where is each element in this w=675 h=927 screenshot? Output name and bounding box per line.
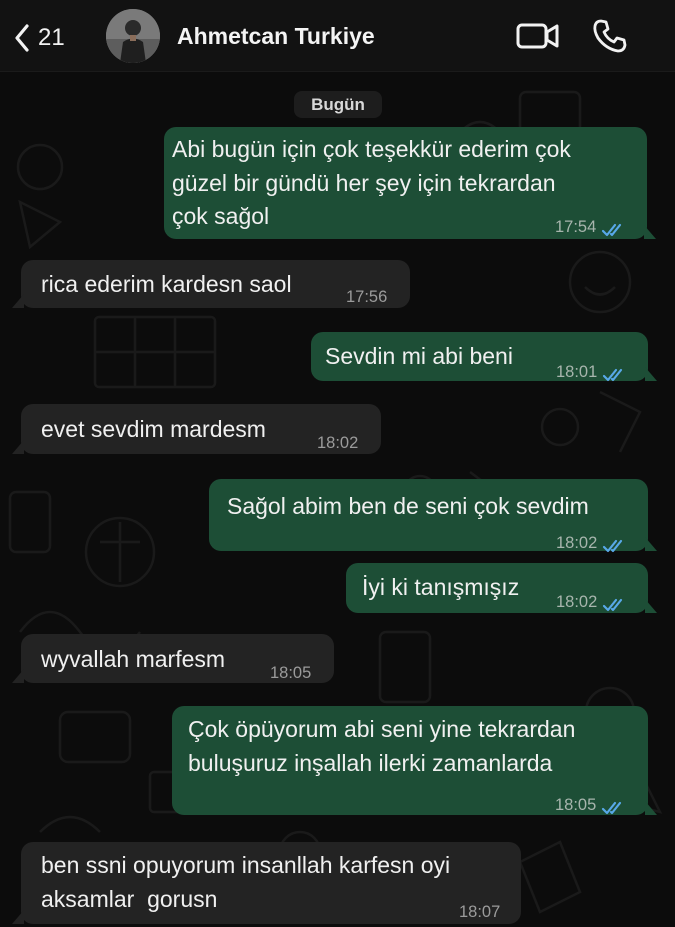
bubble-tail: [645, 367, 657, 381]
bubble-tail: [12, 440, 24, 454]
message-time: 17:56: [346, 288, 388, 306]
message-time: 18:02: [556, 593, 598, 611]
read-receipt-icon: [601, 792, 627, 826]
message-time: 18:01: [556, 363, 598, 381]
chat-area[interactable]: Bugün Abi bugün için çok teşekkür ederim…: [0, 72, 675, 927]
bubble-tail: [12, 294, 24, 308]
outgoing-message[interactable]: İyi ki tanışmışız 18:02: [346, 563, 657, 613]
video-camera-icon: [516, 23, 560, 56]
message-text: Sevdin mi abi beni: [325, 343, 513, 369]
outgoing-message[interactable]: Abi bugün için çok teşekkür ederim çok g…: [164, 127, 656, 239]
video-call-button[interactable]: [516, 20, 560, 57]
read-receipt-icon: [601, 214, 627, 248]
message-text: rica ederim kardesn saol: [41, 271, 292, 297]
chevron-left-icon: [14, 24, 30, 52]
phone-icon: [592, 19, 628, 58]
outgoing-message[interactable]: Sevdin mi abi beni 18:01: [311, 332, 657, 382]
message-time: 18:02: [556, 534, 598, 552]
voice-call-button[interactable]: [592, 18, 628, 59]
bubble-tail: [645, 537, 657, 551]
message-time: 17:54: [555, 218, 597, 236]
unread-count: 21: [38, 24, 65, 51]
message-text: Abi bugün için çok teşekkür ederim çok g…: [172, 136, 571, 229]
message-text: Sağol abim ben de seni çok sevdim: [227, 493, 589, 519]
message-text: İyi ki tanışmışız: [362, 574, 520, 600]
message-text: Çok öpüyorum abi seni yine tekrardan bul…: [188, 716, 576, 776]
read-receipt-icon: [602, 589, 628, 623]
date-divider: Bugün: [294, 91, 382, 118]
message-text: evet sevdim mardesm: [41, 416, 266, 442]
incoming-message[interactable]: ben ssni opuyorum insanllah karfesn oyi …: [12, 842, 521, 924]
incoming-message[interactable]: rica ederim kardesn saol 17:56: [12, 260, 410, 308]
bubble-tail: [12, 910, 24, 924]
avatar[interactable]: [106, 9, 160, 63]
incoming-message[interactable]: evet sevdim mardesm 18:02: [12, 404, 381, 454]
message-text: ben ssni opuyorum insanllah karfesn oyi …: [41, 852, 451, 912]
outgoing-message[interactable]: Sağol abim ben de seni çok sevdim 18:02: [209, 479, 657, 553]
incoming-message[interactable]: wyvallah marfesm 18:05: [12, 634, 334, 683]
bubble-tail: [645, 801, 657, 815]
outgoing-message[interactable]: Çok öpüyorum abi seni yine tekrardan bul…: [172, 706, 657, 815]
bubble-tail: [12, 669, 24, 683]
message-time: 18:02: [317, 434, 359, 452]
message-time: 18:07: [459, 903, 501, 921]
message-time: 18:05: [270, 664, 312, 682]
read-receipt-icon: [602, 530, 628, 564]
bubble-tail: [644, 225, 656, 239]
contact-name[interactable]: Ahmetcan Turkiye: [177, 23, 375, 50]
message-text: wyvallah marfesm: [41, 646, 226, 672]
read-receipt-icon: [602, 359, 628, 393]
message-time: 18:05: [555, 796, 597, 814]
back-button[interactable]: 21: [14, 18, 65, 58]
bubble-tail: [645, 599, 657, 613]
chat-header: 21 Ahmetcan Turkiye: [0, 0, 675, 72]
